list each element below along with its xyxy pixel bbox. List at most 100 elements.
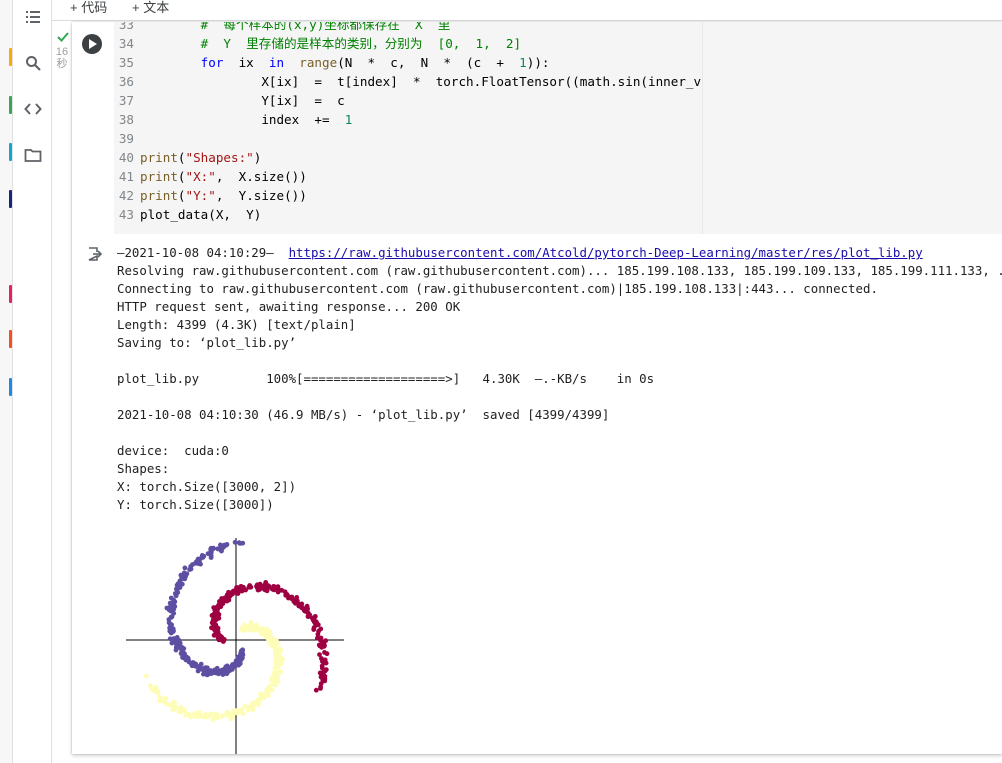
output-line: Connecting to raw.githubusercontent.com …: [117, 281, 878, 296]
scatter-point: [240, 711, 246, 717]
code-text: plot_data(X, Y): [140, 207, 262, 222]
scatter-point: [226, 589, 231, 595]
code-editor[interactable]: 33 # 每个样本的(x,y)坐标都保存在 X 里 34 # Y 里存储的是样本的…: [114, 22, 702, 234]
scatter-point: [250, 707, 256, 713]
code-line[interactable]: 43 plot_data(X, Y): [114, 205, 262, 224]
output-line: X: torch.Size([3000, 2]): [117, 479, 297, 494]
code-icon[interactable]: [24, 100, 42, 118]
scatter-point: [234, 585, 239, 590]
scatter-point: [167, 636, 173, 642]
scatter-point: [247, 583, 253, 588]
scatter-point: [322, 643, 327, 648]
scatter-point: [261, 695, 267, 701]
scatter-point: [323, 638, 329, 644]
scatter-point: [318, 686, 323, 691]
strip-marker: [9, 96, 12, 114]
output-actions-icon[interactable]: [86, 246, 102, 262]
scatter-point: [183, 712, 188, 718]
strip-marker: [9, 330, 12, 348]
scatter-point: [224, 542, 230, 547]
scatter-point: [323, 660, 329, 666]
search-icon[interactable]: [24, 54, 42, 72]
scatter-point: [278, 647, 284, 653]
scatter-point: [209, 613, 215, 618]
scatter-point: [245, 708, 251, 713]
output-line: HTTP request sent, awaiting response... …: [117, 299, 461, 314]
code-text: print("X:", X.size()): [140, 169, 307, 184]
scatter-point: [315, 622, 321, 628]
line-number: 35: [118, 55, 134, 70]
scatter-point: [267, 629, 273, 635]
scatter-point: [282, 589, 288, 595]
code-line[interactable]: 33 # 每个样本的(x,y)坐标都保存在 X 里: [114, 22, 451, 34]
code-editor-margin[interactable]: [702, 22, 1002, 234]
scatter-point: [219, 596, 225, 601]
output-line: 2021-10-08 04:10:30 (46.9 MB/s) - ‘plot_…: [117, 407, 610, 422]
scatter-point: [209, 625, 214, 631]
code-line[interactable]: 40 print("Shapes:"): [114, 148, 262, 167]
scatter-point: [248, 619, 254, 625]
line-number: 33: [118, 22, 134, 32]
scatter-point: [178, 572, 184, 578]
code-line[interactable]: 35 for ix in range(N * c, N * (c + 1)):: [114, 53, 550, 72]
code-cell[interactable]: 16秒 33 # 每个样本的(x,y)坐标都保存在 X 里 34 # Y 里存储的…: [56, 22, 1002, 754]
scatter-point: [166, 617, 172, 622]
code-text: X[ix] = t[index] * torch.FloatTensor((ma…: [261, 74, 702, 89]
list-icon[interactable]: [24, 8, 42, 26]
scatter-point: [275, 584, 281, 590]
scatter-point: [299, 601, 305, 607]
scatter-point: [220, 672, 226, 677]
scatter-point: [201, 714, 207, 720]
scatter-point: [265, 693, 271, 699]
code-line[interactable]: 41 print("X:", X.size()): [114, 167, 307, 186]
run-cell-button[interactable]: [82, 34, 102, 54]
line-number: 38: [118, 112, 134, 127]
scatter-point: [255, 702, 261, 708]
code-line[interactable]: 42 print("Y:", Y.size()): [114, 186, 307, 205]
play-icon: [89, 39, 97, 49]
scatter-point: [312, 614, 318, 619]
line-number: 39: [118, 131, 134, 146]
toolbar: + 代码 + 文本: [52, 0, 1002, 21]
output-line: Resolving raw.githubusercontent.com (raw…: [117, 263, 1002, 278]
strip-marker: [9, 378, 12, 396]
scatter-point: [167, 600, 173, 606]
line-number: 43: [118, 207, 134, 222]
line-number: 36: [118, 74, 134, 89]
add-text-button[interactable]: + 文本: [132, 0, 169, 16]
code-text: index += 1: [140, 112, 353, 127]
output-line: Y: torch.Size([3000]): [117, 497, 274, 512]
line-number: 40: [118, 150, 134, 165]
strip-marker: [9, 48, 12, 66]
strip-marker: [9, 285, 12, 303]
side-nav: [13, 0, 52, 763]
line-number: 41: [118, 169, 134, 184]
cell-output: —2021-10-08 04:10:29— https://raw.github…: [117, 244, 1002, 514]
code-line[interactable]: 34 # Y 里存储的是样本的类别，分别为 [0, 1, 2]: [114, 34, 521, 53]
scatter-point: [210, 717, 216, 723]
folder-icon[interactable]: [24, 146, 42, 164]
scatter-point: [218, 542, 223, 548]
code-line[interactable]: 39: [114, 129, 140, 148]
strip-marker: [9, 143, 12, 161]
add-code-button[interactable]: + 代码: [70, 0, 107, 16]
scatter-point: [149, 686, 155, 692]
scatter-point: [263, 580, 269, 585]
scatter-point: [273, 682, 279, 688]
code-text: print("Shapes:"): [140, 150, 262, 165]
code-text: for ix in range(N * c, N * (c + 1)):: [200, 55, 550, 70]
wget-url-link[interactable]: https://raw.githubusercontent.com/Atcold…: [289, 245, 923, 260]
code-line[interactable]: 38 index += 1: [114, 110, 352, 129]
scatter-point: [193, 714, 199, 719]
scatter-point: [168, 595, 174, 601]
cell-gutter: 16秒: [56, 22, 114, 234]
scatter-point: [304, 603, 310, 609]
output-line: Length: 4399 (4.3K) [text/plain]: [117, 317, 356, 332]
scatter-point: [228, 716, 234, 722]
scatter-point: [318, 626, 324, 632]
strip-marker: [9, 190, 12, 208]
code-line[interactable]: 37 Y[ix] = c: [114, 91, 345, 110]
code-line[interactable]: 36 X[ix] = t[index] * torch.FloatTensor(…: [114, 72, 702, 91]
scatter-point: [274, 640, 280, 646]
